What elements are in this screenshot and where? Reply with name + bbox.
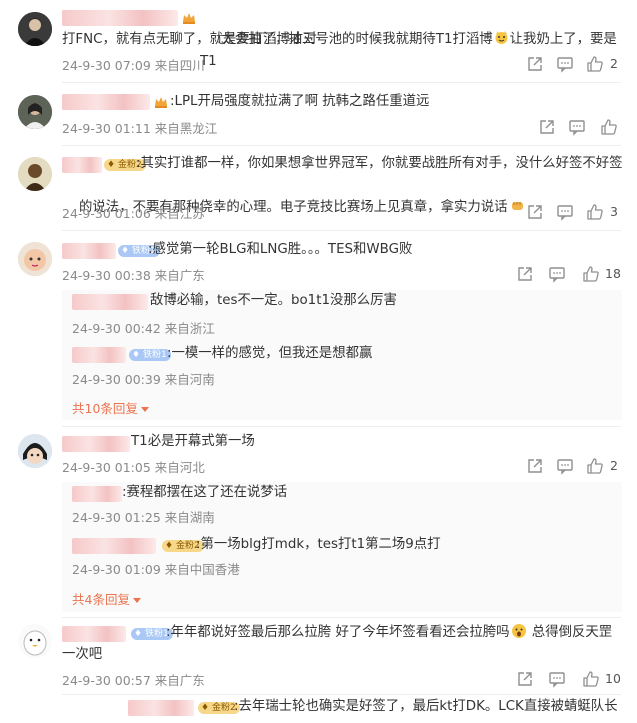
like-icon[interactable] [582,265,600,283]
reply-text: :一模一样的感觉，但我还是想都赢 [167,346,373,361]
reply-text: :赛程都摆在这了还在说梦话 [122,485,288,500]
comment-text-line2: 一次吧 [62,647,103,662]
like-icon[interactable] [600,118,618,136]
comment-text: :其实打谁都一样，你如果想拿世界冠军，你就要战胜所有对手，没什么好签不好签 [136,156,623,171]
comment-text-line2: 打FNC，就有点无聊了，就是要打滔博才对 [62,32,317,47]
shocked-emoji-icon [511,624,526,638]
reply-username[interactable] [72,294,148,310]
username[interactable] [62,243,116,259]
action-bar: 2 [520,457,630,475]
caret-down-icon [140,407,149,412]
like-icon[interactable] [586,55,604,73]
comment-icon[interactable] [556,55,574,73]
comment-text-b: 总得倒反天罡 [527,625,613,640]
share-icon[interactable] [516,670,534,688]
comment-icon[interactable] [556,203,574,221]
comment-text-a: :年年都说好签最后那么拉胯 好了今年坏签看看还会拉胯吗 [166,625,510,640]
comment-text: :LPL开局强度就拉满了啊 抗韩之路任重道远 [170,94,430,109]
like-count: 2 [610,56,618,71]
username[interactable] [62,436,130,452]
fan-badge-label: 铁粉1 [142,350,167,360]
reply-username[interactable] [72,347,126,363]
username[interactable] [62,626,126,642]
username[interactable] [62,94,150,110]
share-icon[interactable] [516,265,534,283]
comment-icon[interactable] [548,670,566,688]
action-bar [520,118,630,136]
comment-text: :感觉第一轮BLG和LNG胜。。。TES和WBG败 [148,242,413,257]
action-bar: 3 [520,203,630,221]
comment-text: T1必是开幕式第一场 [131,434,255,449]
like-count: 2 [610,458,618,473]
divider [62,694,621,695]
share-icon[interactable] [538,118,556,136]
comment-meta: 24-9-30 01:11 来自黑龙江 [62,121,218,136]
caret-down-icon [132,598,141,603]
avatar[interactable] [18,242,52,276]
username[interactable] [62,10,178,26]
more-replies-link[interactable]: 共4条回复 [72,589,141,608]
reply-username[interactable] [72,538,156,554]
divider [62,617,621,618]
comment-icon[interactable] [568,118,586,136]
avatar[interactable] [18,157,52,191]
crown-icon [183,13,195,24]
share-icon[interactable] [526,203,544,221]
reply-text: :第一场blg打mdk，tes打t1第二场9点打 [196,537,441,552]
avatar[interactable] [18,624,52,658]
replies-container: :赛程都摆在这了还在说梦话 24-9-30 01:25 来自湖南 ♦ 金粉2 :… [62,482,622,612]
reply-meta: 24-9-30 00:39 来自河南 [72,372,215,387]
like-count: 10 [605,671,621,686]
comment-meta: 24-9-30 01:05 来自河北 [62,460,205,475]
share-icon[interactable] [526,457,544,475]
reply-text: 敌博必输，tes不一定。bo1t1没那么厉害 [150,293,397,308]
more-replies-label: 共10条回复 [72,401,138,416]
comment-text: :年年都说好签最后那么拉胯 好了今年坏签看看还会拉胯吗 总得倒反天罡 [166,622,626,644]
reply-meta: 24-9-30 00:42 来自浙江 [72,321,215,336]
divider [62,426,621,427]
comment-icon[interactable] [556,457,574,475]
divider [62,230,621,231]
username[interactable] [128,700,194,716]
avatar[interactable] [18,95,52,129]
comment-meta: 24-9-30 07:09 来自四川 [62,58,205,73]
fan-badge-label: 金粉2 [211,703,236,713]
action-bar: 2 [520,55,630,73]
username[interactable] [62,157,102,173]
divider [62,145,621,146]
avatar[interactable] [18,434,52,468]
more-replies-label: 共4条回复 [72,592,130,607]
comment-meta: 24-9-30 01:06 来自江苏 [62,206,205,221]
like-count: 3 [610,204,618,219]
action-bar: 10 [512,670,630,688]
comment-icon[interactable] [548,265,566,283]
like-count: 18 [605,266,621,281]
like-icon[interactable] [586,203,604,221]
comment-meta: 24-9-30 00:57 来自广东 [62,673,205,688]
comment-meta: 24-9-30 00:38 来自广东 [62,268,205,283]
reply-username[interactable] [72,486,122,502]
like-icon[interactable] [586,457,604,475]
comment-text: :去年瑞士轮也确实是好签了，最后kt打DK。LCK直接被蜻蜓队长 [234,699,618,714]
like-icon[interactable] [582,670,600,688]
share-icon[interactable] [526,55,544,73]
reply-meta: 24-9-30 01:25 来自湖南 [72,510,215,525]
reply-meta: 24-9-30 01:09 来自中国香港 [72,562,240,577]
action-bar: 18 [512,265,630,283]
divider [62,82,621,83]
avatar[interactable] [18,12,52,46]
replies-container: 敌博必输，tes不一定。bo1t1没那么厉害 24-9-30 00:42 来自浙… [62,290,622,420]
more-replies-link[interactable]: 共10条回复 [72,398,149,417]
fan-badge: ♦ 铁粉1 [129,349,171,361]
crown-icon [155,97,167,108]
